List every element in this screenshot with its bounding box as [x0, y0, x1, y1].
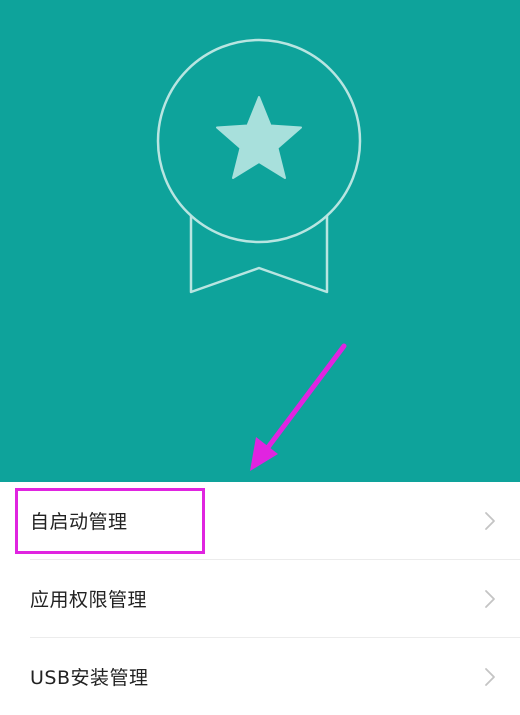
list-item-app-permissions[interactable]: 应用权限管理: [0, 560, 520, 637]
list-item-usb-install[interactable]: USB安装管理: [0, 638, 520, 715]
annotation-arrow-icon: [250, 343, 347, 471]
auto-start-label: 自启动管理: [30, 511, 128, 533]
list-item-auto-start[interactable]: 自启动管理: [0, 482, 520, 559]
chevron-right-icon: [485, 589, 495, 608]
app-permissions-label: 应用权限管理: [30, 589, 148, 611]
hero-banner: [0, 0, 520, 482]
settings-list: 自启动管理 应用权限管理 USB安装管理: [0, 482, 520, 689]
chevron-right-icon: [485, 511, 495, 530]
medal-illustration: [156, 38, 362, 471]
chevron-right-icon: [485, 667, 495, 686]
